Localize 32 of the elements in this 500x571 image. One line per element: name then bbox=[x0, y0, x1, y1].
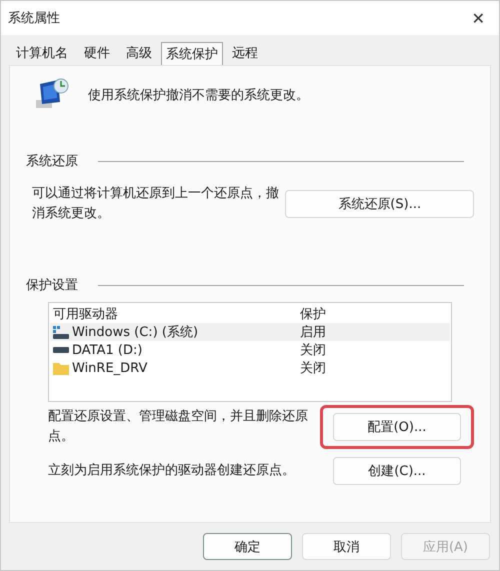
section-heading: 系统还原 bbox=[26, 153, 78, 170]
drive-name: Windows (C:) (系统) bbox=[72, 324, 198, 341]
dialog-button[interactable]: 取消 bbox=[302, 533, 391, 560]
drive-name: DATA1 (D:) bbox=[72, 342, 142, 358]
tab[interactable]: 远程 bbox=[225, 41, 265, 65]
action-button[interactable]: 创建(C)... bbox=[333, 457, 461, 485]
tab[interactable]: 计算机名 bbox=[9, 41, 75, 65]
action-description: 配置还原设置、管理磁盘空间，并且删除还原点。 bbox=[48, 408, 309, 446]
window-title: 系统属性 bbox=[8, 10, 60, 27]
protection-status: 启用 bbox=[300, 324, 326, 341]
drive-row[interactable]: Windows (C:) (系统) 启用 bbox=[50, 323, 450, 341]
drive-row[interactable]: WinRE_DRV 关闭 bbox=[50, 359, 450, 377]
tab[interactable]: 硬件 bbox=[77, 41, 117, 65]
tab[interactable]: 系统保护 bbox=[161, 42, 223, 66]
column-header: 保护 bbox=[299, 306, 327, 323]
tab[interactable]: 高级 bbox=[119, 41, 159, 65]
action-description: 立刻为启用系统保护的驱动器创建还原点。 bbox=[48, 462, 295, 480]
windows-drive-icon bbox=[53, 326, 69, 338]
system-restore-button[interactable]: 系统还原(S)... bbox=[285, 190, 474, 218]
drive-icon bbox=[53, 347, 69, 353]
folder-icon bbox=[53, 362, 69, 374]
close-button[interactable]: ✕ bbox=[472, 8, 485, 28]
protection-status: 关闭 bbox=[300, 360, 326, 377]
dialog-button[interactable]: 确定 bbox=[203, 533, 292, 560]
column-header: 可用驱动器 bbox=[52, 306, 119, 323]
drive-row[interactable]: DATA1 (D:) 关闭 bbox=[50, 341, 450, 359]
section-heading: 保护设置 bbox=[26, 277, 78, 294]
drive-name: WinRE_DRV bbox=[72, 360, 148, 376]
restore-description: 可以通过将计算机还原到上一个还原点，撤消系统更改。 bbox=[32, 185, 280, 223]
action-button[interactable]: 配置(O)... bbox=[333, 413, 461, 441]
protection-status: 关闭 bbox=[300, 342, 326, 359]
intro-text: 使用系统保护撤消不需要的系统更改。 bbox=[88, 87, 309, 104]
